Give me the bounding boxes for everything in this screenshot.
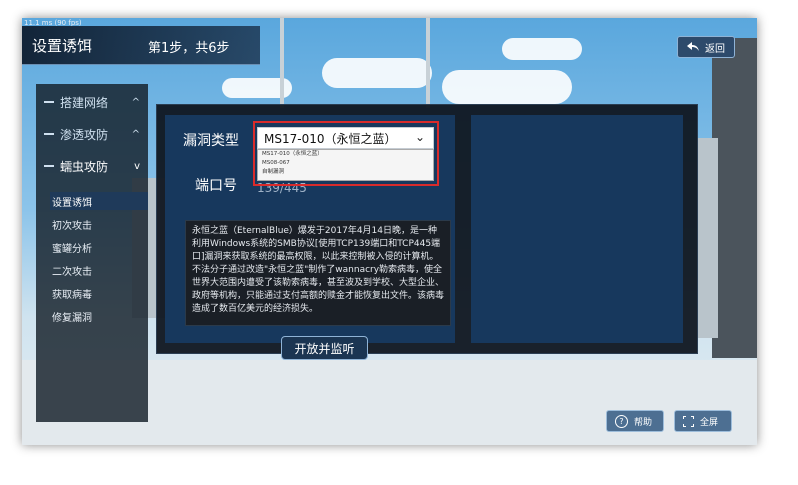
highlight-box <box>253 121 439 186</box>
subitem-honeypot-analysis[interactable]: 蜜罐分析 <box>50 238 148 256</box>
subitem-set-bait[interactable]: 设置诱饵 <box>50 192 148 210</box>
sky-cloud <box>502 38 582 60</box>
dash-icon <box>44 133 54 135</box>
sidebar-item-label: 蠕虫攻防 <box>60 159 109 174</box>
port-label: 端口号 <box>195 178 237 194</box>
sidebar: 搭建网络 ^ 渗透攻防 ^ 蠕虫攻防 v 设置诱饵 初次攻击 蜜罐分析 二次攻击… <box>36 84 148 422</box>
top-bar: 设置诱饵 第1步，共6步 <box>22 26 260 65</box>
open-listen-button[interactable]: 开放并监听 <box>281 336 368 360</box>
fullscreen-button-label: 全屏 <box>700 417 719 428</box>
app-viewport: 11.1 ms (90 fps) 设置诱饵 第1步，共6步 返回 搭建网络 ^ … <box>22 18 757 445</box>
config-panel: 漏洞类型 端口号 139/445 MS17-010（永恒之蓝） ⌄ MS17-0… <box>165 115 455 360</box>
sidebar-item-build-network[interactable]: 搭建网络 ^ <box>36 90 148 114</box>
chevron-up-icon: ^ <box>131 128 140 140</box>
sidebar-item-worm[interactable]: 蠕虫攻防 v <box>36 154 148 178</box>
subitem-second-attack[interactable]: 二次攻击 <box>50 261 148 279</box>
sky-cloud <box>442 70 572 104</box>
vuln-description: 永恒之蓝（EternalBlue）爆发于2017年4月14日晚，是一种利用Win… <box>185 220 451 326</box>
subitem-fix-vuln[interactable]: 修复漏洞 <box>50 307 148 325</box>
output-panel <box>471 115 683 343</box>
help-button-label: 帮助 <box>634 417 653 428</box>
tower-pole <box>280 18 284 108</box>
dash-icon <box>44 101 54 103</box>
back-arrow-icon <box>687 42 699 51</box>
dash-icon <box>44 165 54 167</box>
sky-cloud <box>322 58 432 88</box>
sidebar-item-label: 搭建网络 <box>60 95 109 110</box>
fullscreen-icon <box>683 415 694 427</box>
back-button-label: 返回 <box>705 43 725 55</box>
bait-dialog: 漏洞类型 端口号 139/445 MS17-010（永恒之蓝） ⌄ MS17-0… <box>156 104 698 360</box>
help-button[interactable]: ? 帮助 <box>606 410 664 432</box>
subitem-first-attack[interactable]: 初次攻击 <box>50 215 148 233</box>
building <box>712 38 757 358</box>
vuln-type-label: 漏洞类型 <box>183 133 239 149</box>
page-title: 设置诱饵 <box>32 37 93 55</box>
sidebar-item-penetration[interactable]: 渗透攻防 ^ <box>36 122 148 146</box>
fullscreen-button[interactable]: 全屏 <box>674 410 732 432</box>
sidebar-item-label: 渗透攻防 <box>60 127 109 142</box>
tower-pole <box>426 18 430 108</box>
building <box>698 138 718 338</box>
step-indicator: 第1步，共6步 <box>148 41 230 56</box>
chevron-up-icon: ^ <box>131 96 140 108</box>
question-icon: ? <box>615 414 628 428</box>
back-button[interactable]: 返回 <box>677 36 735 58</box>
subitem-get-virus[interactable]: 获取病毒 <box>50 284 148 302</box>
chevron-down-icon: v <box>134 160 140 172</box>
